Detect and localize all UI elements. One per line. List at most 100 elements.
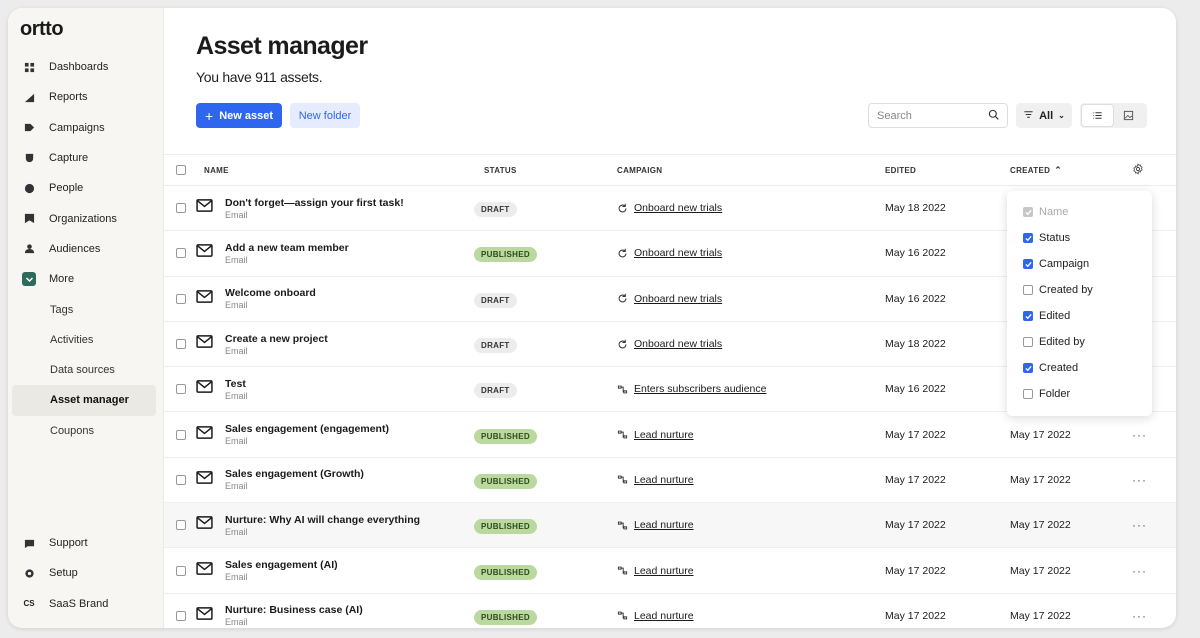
- sidebar-subitem-tags[interactable]: Tags: [8, 294, 164, 324]
- column-option-created-by[interactable]: Created by: [1007, 277, 1152, 303]
- campaign-link[interactable]: Lead nurture: [634, 610, 694, 622]
- sidebar-item-saas-brand[interactable]: CS SaaS Brand: [8, 589, 164, 619]
- column-created-header[interactable]: CREATED ⌃: [1010, 165, 1062, 176]
- edited-date: May 17 2022: [885, 473, 946, 486]
- checkbox-checked-icon[interactable]: [1023, 363, 1033, 373]
- table-row[interactable]: Sales engagement (AI) Email PUBLISHED Le…: [164, 548, 1176, 594]
- checkbox-checked-icon[interactable]: [1023, 259, 1033, 269]
- column-option-created[interactable]: Created: [1007, 355, 1152, 381]
- asset-name-cell[interactable]: Welcome onboard Email: [196, 287, 316, 310]
- new-asset-button[interactable]: + New asset: [196, 103, 282, 128]
- app-logo[interactable]: ortto: [20, 18, 64, 41]
- sidebar-subitem-data-sources[interactable]: Data sources: [8, 355, 164, 385]
- campaign-link[interactable]: Enters subscribers audience: [634, 383, 767, 395]
- row-checkbox[interactable]: [176, 610, 186, 621]
- campaign-link[interactable]: Lead nurture: [634, 474, 694, 486]
- email-icon: [196, 516, 225, 534]
- column-settings-gear-icon[interactable]: [1132, 163, 1144, 177]
- created-date: May 17 2022: [1010, 473, 1071, 486]
- checkbox-checked-icon[interactable]: [1023, 311, 1033, 321]
- edited-date: May 17 2022: [885, 428, 946, 441]
- row-checkbox[interactable]: [176, 520, 186, 531]
- row-more-menu-icon[interactable]: ···: [1132, 564, 1147, 578]
- column-option-edited-by[interactable]: Edited by: [1007, 329, 1152, 355]
- search-input[interactable]: Search: [868, 103, 1008, 128]
- asset-name-cell[interactable]: Nurture: Why AI will change everything E…: [196, 514, 420, 537]
- sidebar-item-campaigns[interactable]: Campaigns: [8, 113, 164, 143]
- list-icon: [1093, 112, 1102, 119]
- asset-name-cell[interactable]: Sales engagement (AI) Email: [196, 559, 338, 582]
- campaign-link[interactable]: Onboard new trials: [634, 338, 722, 350]
- asset-name-cell[interactable]: Sales engagement (Growth) Email: [196, 468, 364, 491]
- column-option-campaign[interactable]: Campaign: [1007, 251, 1152, 277]
- status-badge: DRAFT: [474, 292, 517, 308]
- row-more-menu-icon[interactable]: ···: [1132, 473, 1147, 487]
- row-checkbox[interactable]: [176, 384, 186, 395]
- sidebar-subitem-asset-manager[interactable]: Asset manager: [12, 385, 156, 416]
- campaign-link[interactable]: Onboard new trials: [634, 202, 722, 214]
- edited-date: May 18 2022: [885, 202, 946, 215]
- campaign-link[interactable]: Onboard new trials: [634, 293, 722, 305]
- sidebar-item-capture[interactable]: Capture: [8, 143, 164, 173]
- row-checkbox[interactable]: [176, 293, 186, 304]
- column-option-label: Created by: [1039, 284, 1093, 296]
- table-row[interactable]: Sales engagement (engagement) Email PUBL…: [164, 412, 1176, 458]
- column-name-header[interactable]: NAME: [204, 166, 229, 175]
- status-badge: PUBLISHED: [474, 609, 537, 625]
- sidebar-item-organizations[interactable]: Organizations: [8, 203, 164, 233]
- table-row[interactable]: Nurture: Why AI will change everything E…: [164, 503, 1176, 549]
- email-icon: [196, 335, 225, 353]
- column-edited-header[interactable]: EDITED: [885, 166, 916, 175]
- list-view-button[interactable]: [1082, 105, 1113, 126]
- row-more-menu-icon[interactable]: ···: [1132, 428, 1147, 442]
- asset-type: Email: [225, 390, 248, 401]
- asset-name-cell[interactable]: Don't forget—assign your first task! Ema…: [196, 197, 404, 220]
- row-checkbox[interactable]: [176, 429, 186, 440]
- row-checkbox[interactable]: [176, 248, 186, 259]
- column-campaign-header[interactable]: CAMPAIGN: [617, 166, 662, 175]
- row-checkbox[interactable]: [176, 474, 186, 485]
- journey-icon: [617, 429, 628, 440]
- sidebar-item-people[interactable]: People: [8, 173, 164, 203]
- sidebar-item-audiences[interactable]: Audiences: [8, 234, 164, 264]
- row-more-menu-icon[interactable]: ···: [1132, 518, 1147, 532]
- asset-name-cell[interactable]: Add a new team member Email: [196, 242, 349, 265]
- asset-name-cell[interactable]: Create a new project Email: [196, 333, 328, 356]
- campaign-link[interactable]: Lead nurture: [634, 429, 694, 441]
- sidebar-item-setup[interactable]: Setup: [8, 558, 164, 588]
- campaign-link[interactable]: Lead nurture: [634, 565, 694, 577]
- table-row[interactable]: Nurture: Business case (AI) Email PUBLIS…: [164, 594, 1176, 628]
- campaign-link[interactable]: Onboard new trials: [634, 247, 722, 259]
- sidebar-subitem-activities[interactable]: Activities: [8, 325, 164, 355]
- column-option-edited[interactable]: Edited: [1007, 303, 1152, 329]
- checkbox-icon[interactable]: [1023, 285, 1033, 295]
- new-folder-button[interactable]: New folder: [290, 103, 360, 128]
- campaign-icon: [22, 121, 36, 135]
- sidebar-subitem-coupons[interactable]: Coupons: [8, 416, 164, 446]
- asset-name-cell[interactable]: Test Email: [196, 378, 248, 401]
- column-status-header[interactable]: STATUS: [484, 166, 517, 175]
- campaign-link[interactable]: Lead nurture: [634, 519, 694, 531]
- sidebar: ortto Dashboards Reports Campaigns Capture P…: [8, 8, 164, 628]
- column-option-folder[interactable]: Folder: [1007, 381, 1152, 407]
- row-checkbox[interactable]: [176, 203, 186, 214]
- row-more-menu-icon[interactable]: ···: [1132, 609, 1147, 623]
- asset-type: Email: [225, 300, 248, 311]
- table-row[interactable]: Sales engagement (Growth) Email PUBLISHE…: [164, 458, 1176, 504]
- select-all-checkbox[interactable]: [176, 165, 186, 175]
- checkbox-icon[interactable]: [1023, 389, 1033, 399]
- asset-name-cell[interactable]: Sales engagement (engagement) Email: [196, 423, 389, 446]
- row-checkbox[interactable]: [176, 565, 186, 576]
- sidebar-item-more[interactable]: More: [8, 264, 164, 294]
- column-option-status[interactable]: Status: [1007, 225, 1152, 251]
- asset-name-cell[interactable]: Nurture: Business case (AI) Email: [196, 604, 363, 627]
- filter-dropdown[interactable]: All ⌄: [1016, 103, 1072, 128]
- checkbox-icon[interactable]: [1023, 337, 1033, 347]
- sidebar-item-dashboards[interactable]: Dashboards: [8, 52, 164, 82]
- chevron-down-icon: [22, 272, 36, 287]
- row-checkbox[interactable]: [176, 339, 186, 350]
- checkbox-checked-icon[interactable]: [1023, 233, 1033, 243]
- sidebar-item-support[interactable]: Support: [8, 528, 164, 558]
- grid-view-button[interactable]: [1113, 105, 1144, 126]
- sidebar-item-reports[interactable]: Reports: [8, 82, 164, 112]
